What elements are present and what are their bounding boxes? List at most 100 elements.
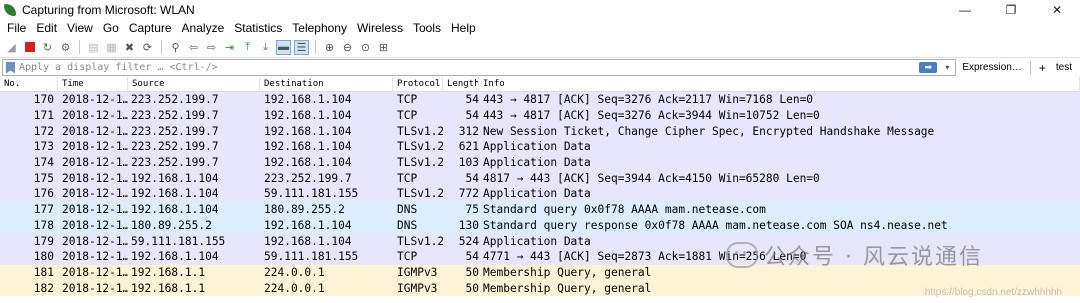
packet-no: 178 [33, 218, 54, 232]
go-first-icon[interactable]: ⤒ [240, 40, 255, 55]
toolbar-separator [315, 40, 316, 54]
packet-info: Standard query response 0x0f78 AAAA mam.… [483, 218, 948, 232]
table-row[interactable]: 174 2018-12-1… 223.252.199.7 192.168.1.104 T… [0, 154, 1080, 171]
colorize-icon[interactable]: ☰ [294, 39, 309, 55]
menu-analyze[interactable]: Analyze [177, 21, 230, 35]
go-back-icon[interactable]: ⇦ [186, 40, 201, 55]
watermark-url: https://blog.csdn.net/zzwhhhhh [924, 287, 1062, 298]
packet-length: 54 [465, 93, 479, 107]
packet-protocol: TLSv1.2 [397, 234, 443, 248]
menu-wireless[interactable]: Wireless [352, 21, 408, 35]
go-to-packet-icon[interactable]: ⇥ [222, 40, 237, 55]
minimize-button[interactable]: — [942, 0, 988, 19]
chevron-down-icon[interactable]: ▾ [941, 63, 953, 72]
packet-no: 171 [33, 109, 54, 123]
close-file-icon[interactable]: ✖ [122, 40, 137, 55]
packet-destination: 180.89.255.2 [264, 203, 345, 217]
open-file-icon[interactable]: ▤ [86, 40, 101, 55]
packet-length: 772 [458, 187, 479, 201]
maximize-button[interactable]: ❐ [988, 0, 1034, 19]
auto-scroll-icon[interactable]: ▬ [276, 39, 291, 55]
shark-fin-icon[interactable]: ◢ [4, 40, 19, 55]
packet-info: New Session Ticket, Change Cipher Spec, … [483, 124, 935, 138]
column-header-no[interactable]: No. [0, 77, 58, 91]
packet-length: 54 [465, 171, 479, 185]
packet-info: Application Data [483, 140, 591, 154]
table-row[interactable]: 175 2018-12-1… 192.168.1.104 223.252.199.7 T… [0, 170, 1080, 187]
packet-time: 2018-12-1… [62, 281, 128, 295]
packet-source: 59.111.181.155 [131, 234, 226, 248]
close-button[interactable]: ✕ [1034, 0, 1080, 19]
table-row[interactable]: 179 2018-12-1… 59.111.181.155 192.168.1.104… [0, 233, 1080, 249]
resize-columns-icon[interactable]: ⊞ [376, 40, 391, 55]
expression-button[interactable]: Expression… [956, 62, 1029, 73]
packet-info: 4771 → 443 [ACK] Seq=2873 Ack=1881 Win=2… [483, 250, 807, 264]
save-file-icon[interactable]: ▦ [104, 40, 119, 55]
add-filter-button[interactable]: + [1031, 61, 1054, 75]
menu-telephony[interactable]: Telephony [287, 21, 352, 35]
packet-length: 103 [458, 156, 479, 170]
toolbar-separator [161, 40, 162, 54]
packet-protocol: TLSv1.2 [397, 124, 443, 138]
table-row[interactable]: 171 2018-12-1… 223.252.199.7 192.168.1.104 T… [0, 107, 1080, 124]
column-header-source[interactable]: Source [128, 77, 260, 91]
table-row[interactable]: 182 2018-12-1… 192.168.1.1 224.0.0.1 IGMPv3 5… [0, 280, 1080, 296]
packet-destination: 192.168.1.104 [264, 156, 352, 170]
packet-source: 223.252.199.7 [131, 93, 219, 107]
bookmark-icon[interactable] [6, 61, 15, 74]
filter-button-test[interactable]: test [1054, 62, 1080, 73]
table-row[interactable]: 170 2018-12-1… 223.252.199.7 192.168.1.104 T… [0, 92, 1080, 108]
go-last-icon[interactable]: ⤓ [258, 40, 273, 55]
packet-list-header: No. Time Source Destination Protocol Len… [0, 77, 1080, 92]
packet-no: 170 [33, 93, 54, 107]
restart-capture-icon[interactable]: ↻ [40, 40, 55, 55]
packet-time: 2018-12-1… [62, 124, 128, 138]
table-row[interactable]: 177 2018-12-1… 192.168.1.104 180.89.255.2 DN… [0, 201, 1080, 218]
capture-options-icon[interactable]: ⚙ [58, 40, 73, 55]
menu-go[interactable]: Go [98, 21, 124, 35]
zoom-in-icon[interactable]: ⊕ [322, 40, 337, 55]
packet-length: 54 [465, 250, 479, 264]
packet-protocol: IGMPv3 [397, 281, 438, 295]
packet-source: 223.252.199.7 [131, 109, 219, 123]
packet-no: 172 [33, 124, 54, 138]
table-row[interactable]: 172 2018-12-1… 223.252.199.7 192.168.1.104 T… [0, 123, 1080, 140]
find-packet-icon[interactable]: ⚲ [168, 40, 183, 55]
menu-capture[interactable]: Capture [124, 21, 177, 35]
menu-edit[interactable]: Edit [31, 21, 62, 35]
menu-help[interactable]: Help [446, 21, 481, 35]
menu-tools[interactable]: Tools [408, 21, 446, 35]
packet-destination: 224.0.0.1 [264, 265, 325, 279]
packet-length: 312 [458, 124, 479, 138]
table-row[interactable]: 181 2018-12-1… 192.168.1.1 224.0.0.1 IGMPv3 5… [0, 264, 1080, 281]
column-header-length[interactable]: Length [443, 77, 479, 91]
zoom-out-icon[interactable]: ⊖ [340, 40, 355, 55]
go-forward-icon[interactable]: ⇨ [204, 40, 219, 55]
table-row[interactable]: 176 2018-12-1… 192.168.1.104 59.111.181.155… [0, 186, 1080, 202]
packet-time: 2018-12-1… [62, 156, 128, 170]
table-row[interactable]: 178 2018-12-1… 180.89.255.2 192.168.1.104 DN… [0, 217, 1080, 234]
packet-protocol: DNS [397, 218, 418, 232]
column-header-time[interactable]: Time [58, 77, 128, 91]
packet-protocol: TCP [397, 171, 418, 185]
zoom-normal-icon[interactable]: ⊙ [358, 40, 373, 55]
column-header-protocol[interactable]: Protocol [393, 77, 443, 91]
packet-destination: 59.111.181.155 [264, 250, 359, 264]
menu-file[interactable]: File [2, 21, 31, 35]
packet-length: 50 [465, 281, 479, 295]
packet-info: Standard query 0x0f78 AAAA mam.netease.c… [483, 203, 766, 217]
reload-icon[interactable]: ⟳ [140, 40, 155, 55]
apply-filter-arrow-icon[interactable]: ➡ [919, 62, 938, 73]
column-header-info[interactable]: Info [479, 77, 1080, 91]
menu-statistics[interactable]: Statistics [229, 21, 287, 35]
column-header-destination[interactable]: Destination [260, 77, 393, 91]
stop-capture-icon[interactable] [22, 40, 37, 55]
display-filter-input[interactable] [19, 61, 920, 74]
display-filter-box: ➡ ▾ [2, 59, 957, 76]
menu-view[interactable]: View [62, 21, 98, 35]
table-row[interactable]: 180 2018-12-1… 192.168.1.104 59.111.181.155… [0, 248, 1080, 265]
table-row[interactable]: 173 2018-12-1… 223.252.199.7 192.168.1.104 T… [0, 139, 1080, 155]
packet-source: 223.252.199.7 [131, 140, 219, 154]
packet-length: 130 [458, 218, 479, 232]
packet-no: 182 [33, 281, 54, 295]
